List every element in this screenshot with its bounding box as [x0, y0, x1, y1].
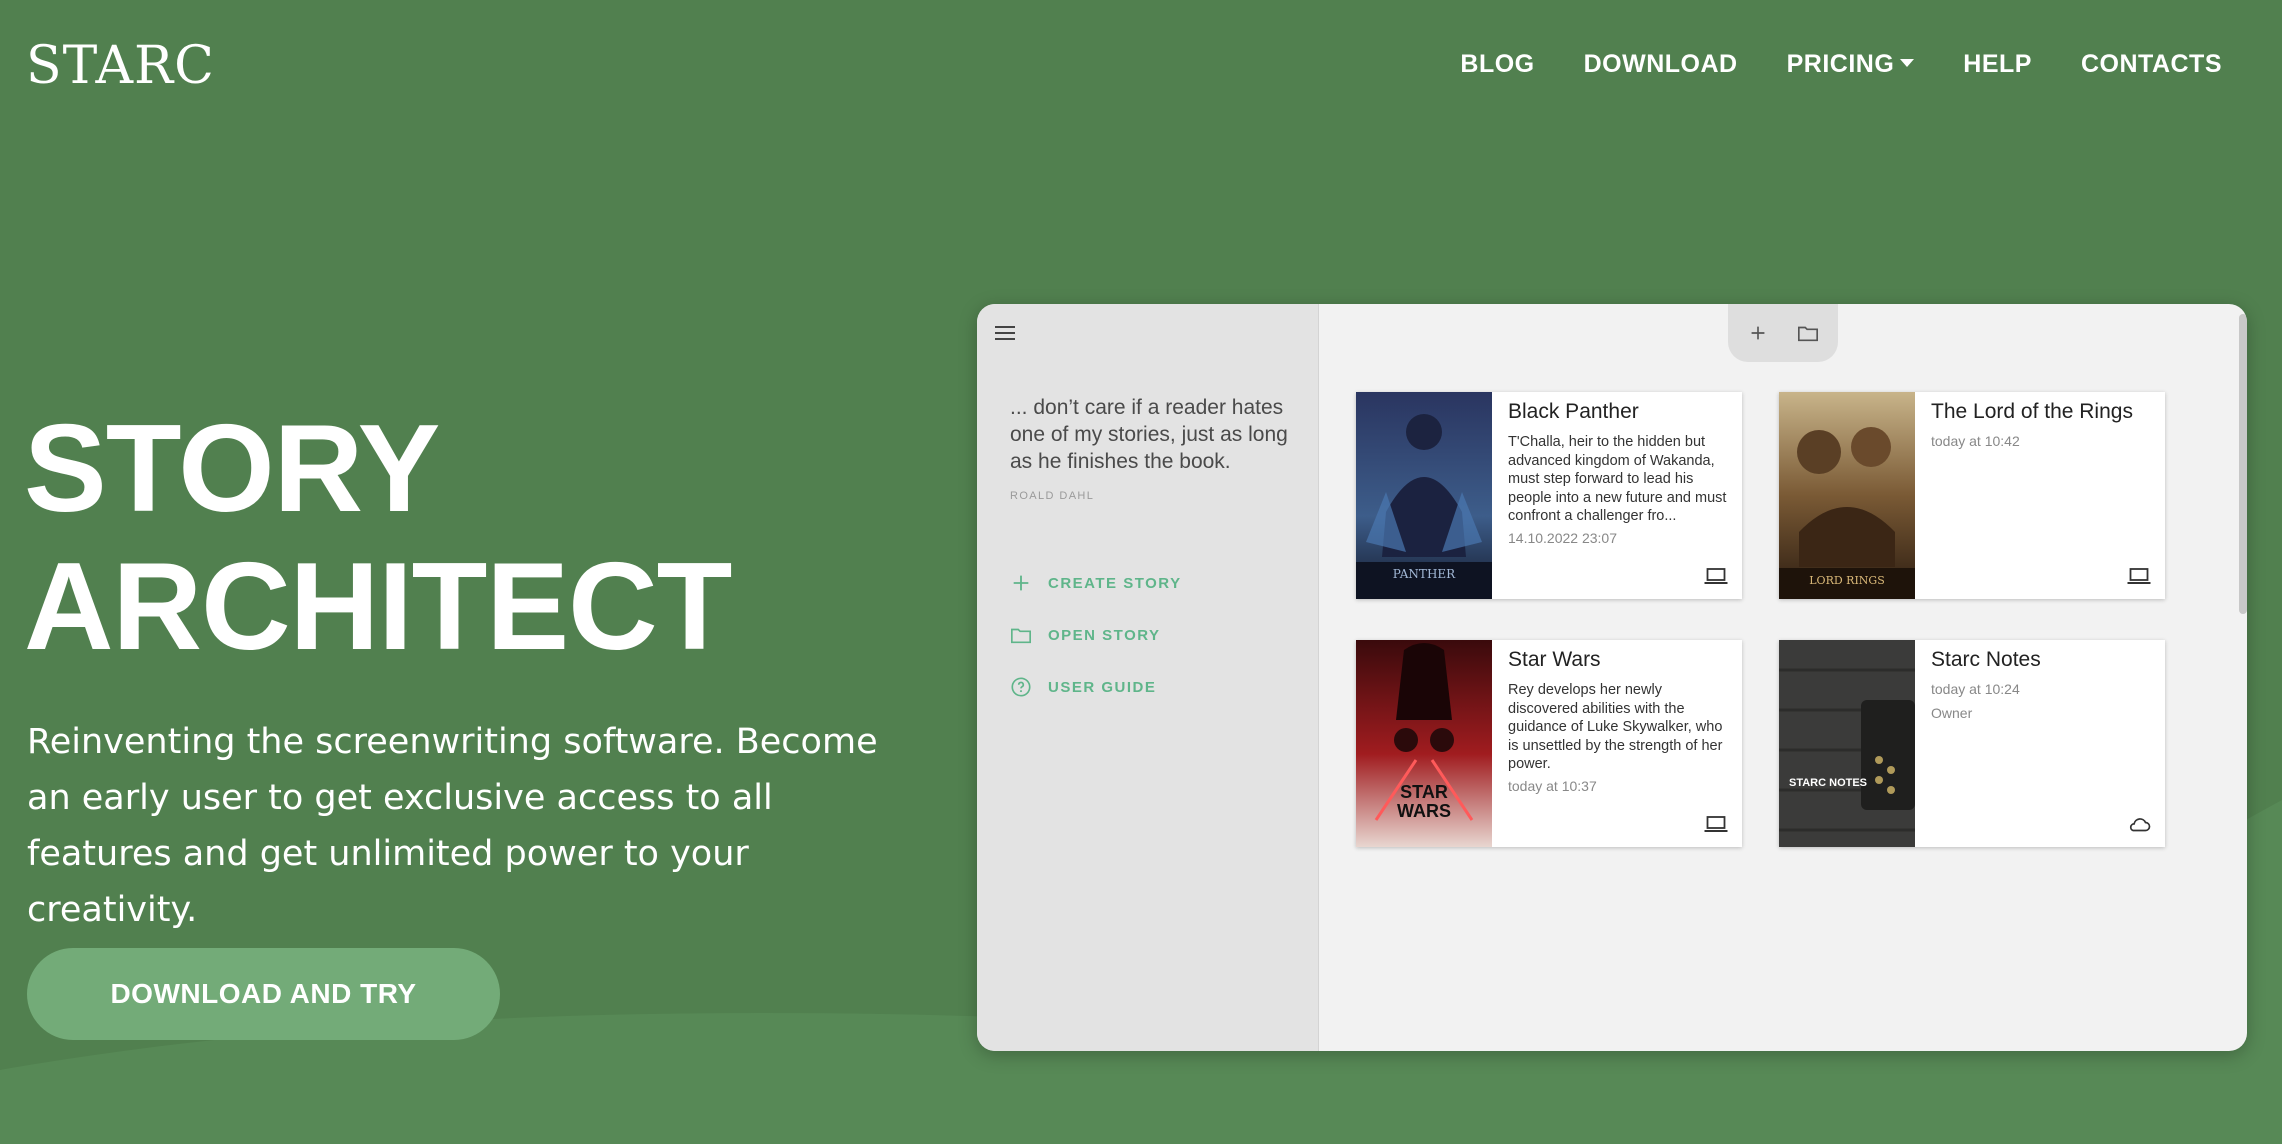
lord-of-the-rings-poster-title: LORD RINGS: [1809, 574, 1885, 587]
card-date: today at 10:37: [1508, 777, 1597, 794]
main-nav: BLOG DOWNLOAD PRICING HELP CONTACTS: [1460, 50, 2222, 79]
card-title: Star Wars: [1508, 648, 1601, 671]
card-date: today at 10:42: [1931, 433, 2020, 449]
starc-notes-poster: STARC NOTES: [1779, 640, 1915, 847]
create-story-label: CREATE STORY: [1048, 574, 1182, 592]
project-card-lord-of-the-rings[interactable]: LORD RINGS The Lord of the Rings today a…: [1779, 392, 2165, 599]
card-body: The Lord of the Rings today at 10:42: [1931, 400, 2151, 457]
card-title: Starc Notes: [1931, 648, 2041, 671]
black-panther-poster: PANTHER: [1356, 392, 1492, 599]
nav-pricing-label: PRICING: [1786, 50, 1895, 78]
quote-author: ROALD DAHL: [1010, 490, 1095, 502]
hero-subtitle: Reinventing the screenwriting software. …: [27, 722, 878, 930]
hero-title-line-2: ARCHITECT: [24, 538, 732, 676]
folder-icon[interactable]: [1797, 322, 1819, 344]
nav-contacts[interactable]: CONTACTS: [2081, 50, 2222, 79]
nav-contacts-label: CONTACTS: [2080, 50, 2222, 78]
hamburger-menu-icon[interactable]: [995, 326, 1015, 342]
nav-download-label: DOWNLOAD: [1583, 50, 1738, 78]
help-circle-icon: [1011, 677, 1031, 697]
lord-of-the-rings-poster: LORD RINGS: [1779, 392, 1915, 599]
plus-icon[interactable]: [1747, 322, 1769, 344]
laptop-icon: [1704, 568, 1728, 584]
nav-help-label: HELP: [1963, 50, 2032, 78]
app-preview-window: ... don’t care if a reader hates one of …: [977, 304, 2247, 1051]
star-wars-poster-title-line-1: STAR: [1400, 782, 1448, 802]
app-sidebar: ... don’t care if a reader hates one of …: [977, 304, 1319, 1051]
plus-icon: [1013, 575, 1029, 591]
folder-icon: [1011, 628, 1031, 644]
project-card-black-panther[interactable]: PANTHER Black Panther T'Challa, heir to …: [1356, 392, 1742, 599]
laptop-icon: [1704, 816, 1728, 832]
nav-help[interactable]: HELP: [1963, 50, 2032, 79]
project-card-starc-notes[interactable]: STARC NOTES Starc Notes today at 10:24 O…: [1779, 640, 2165, 847]
create-story-button[interactable]: CREATE STORY: [1010, 572, 1182, 594]
card-date: 14.10.2022 23:07: [1508, 529, 1617, 546]
nav-pricing[interactable]: PRICING: [1787, 50, 1915, 79]
user-guide-label: USER GUIDE: [1048, 678, 1157, 696]
nav-download[interactable]: DOWNLOAD: [1584, 50, 1738, 79]
star-wars-poster-title-line-2: WARS: [1397, 801, 1451, 821]
sidebar-quote: ... don’t care if a reader hates one of …: [1010, 396, 1288, 473]
card-owner: Owner: [1931, 705, 1973, 721]
card-body: Black Panther T'Challa, heir to the hidd…: [1508, 400, 1728, 554]
black-panther-poster-title: PANTHER: [1393, 567, 1456, 581]
card-title: The Lord of the Rings: [1931, 400, 2133, 423]
card-date: today at 10:24: [1931, 681, 2020, 697]
starc-logo[interactable]: STARC: [26, 36, 215, 96]
caret-down-icon: [1900, 58, 1915, 67]
user-guide-button[interactable]: USER GUIDE: [1010, 676, 1156, 698]
app-scrollbar[interactable]: [2239, 314, 2247, 614]
card-description: T'Challa, heir to the hidden but advance…: [1508, 434, 1727, 524]
star-wars-poster: STAR WARS: [1356, 640, 1492, 847]
nav-blog[interactable]: BLOG: [1460, 50, 1534, 79]
card-body: Starc Notes today at 10:24 Owner: [1931, 648, 2151, 721]
hero-title-line-1: STORY: [24, 400, 440, 538]
card-description: Rey develops her newly discovered abilit…: [1508, 682, 1723, 772]
app-toolbar: [1728, 304, 1838, 362]
open-story-label: OPEN STORY: [1048, 626, 1161, 644]
download-and-try-button[interactable]: DOWNLOAD AND TRY: [27, 948, 500, 1040]
hero-title: STORY ARCHITECT: [24, 400, 732, 676]
cloud-icon: [2129, 818, 2151, 832]
card-body: Star Wars Rey develops her newly discove…: [1508, 648, 1728, 802]
starc-notes-poster-title: STARC NOTES: [1789, 777, 1867, 789]
open-story-button[interactable]: OPEN STORY: [1010, 624, 1161, 646]
card-title: Black Panther: [1508, 400, 1639, 423]
laptop-icon: [2127, 568, 2151, 584]
project-card-star-wars[interactable]: STAR WARS Star Wars Rey develops her new…: [1356, 640, 1742, 847]
nav-blog-label: BLOG: [1460, 50, 1535, 78]
